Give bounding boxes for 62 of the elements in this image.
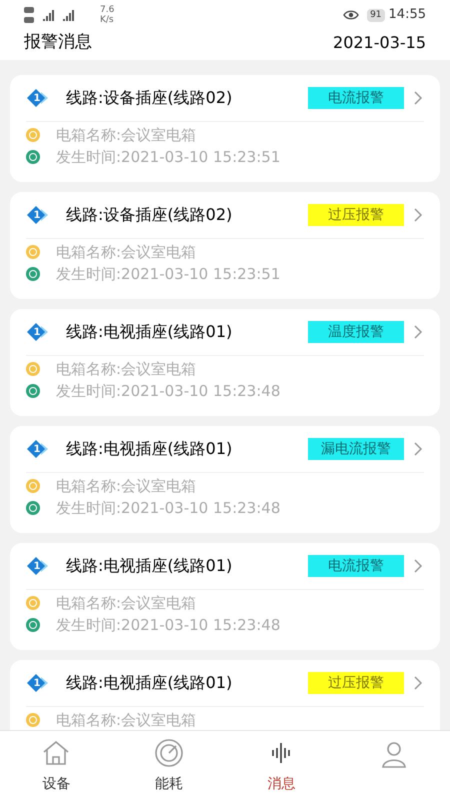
alarm-card[interactable]: 1 线路:电视插座(线路01) 电流报警 电箱名称:会议室电箱 发生时间:2021-03-10 15:23:48 bbox=[10, 543, 440, 650]
chevron-right-icon bbox=[412, 206, 424, 224]
box-name-text: 电箱名称:会议室电箱 bbox=[56, 124, 196, 146]
gauge-dot-icon bbox=[26, 362, 40, 376]
clock-dot-icon bbox=[26, 618, 40, 632]
index-number: 1 bbox=[32, 442, 42, 456]
gauge-dot-icon bbox=[26, 596, 40, 610]
time-text: 发生时间:2021-03-10 15:23:51 bbox=[56, 146, 280, 168]
line-title: 线路:电视插座(线路01) bbox=[66, 438, 232, 460]
alarm-card[interactable]: 1 线路:设备插座(线路02) 过压报警 电箱名称:会议室电箱 发生时间:2021-03-10 15:23:51 bbox=[10, 192, 440, 299]
clock-dot-icon bbox=[26, 267, 40, 281]
alarm-card[interactable]: 1 线路:电视插座(线路01) 过压报警 电箱名称:会议室电箱 bbox=[10, 660, 440, 730]
box-name-text: 电箱名称:会议室电箱 bbox=[56, 710, 196, 730]
box-name-text: 电箱名称:会议室电箱 bbox=[56, 358, 196, 380]
chevron-right-icon bbox=[412, 674, 424, 692]
alarm-card[interactable]: 1 线路:设备插座(线路02) 电流报警 电箱名称:会议室电箱 发生时间:2021-03-10 15:23:51 bbox=[10, 75, 440, 182]
network-speed-unit: K/s bbox=[100, 15, 114, 25]
page-title: 报警消息 bbox=[24, 31, 92, 54]
time-text: 发生时间:2021-03-10 15:23:48 bbox=[56, 498, 280, 519]
gauge-dot-icon bbox=[26, 713, 40, 727]
eye-icon bbox=[343, 9, 360, 21]
gauge-dot-icon bbox=[26, 479, 40, 493]
time-text: 发生时间:2021-03-10 15:23:48 bbox=[56, 614, 280, 636]
clock-dot-icon bbox=[26, 501, 40, 515]
line-title: 线路:电视插座(线路01) bbox=[66, 555, 232, 577]
box-name-text: 电箱名称:会议室电箱 bbox=[56, 592, 196, 614]
header-date: 2021-03-15 bbox=[333, 32, 426, 54]
index-number: 1 bbox=[32, 92, 42, 106]
clock-time: 14:55 bbox=[388, 6, 426, 24]
box-name-text: 电箱名称:会议室电箱 bbox=[56, 476, 196, 497]
alarm-card[interactable]: 1 线路:电视插座(线路01) 漏电流报警 电箱名称:会议室电箱 发生时间:2021-03-10 15:23:48 bbox=[10, 426, 440, 533]
clock-dot-icon bbox=[26, 384, 40, 398]
alarm-tag: 过压报警 bbox=[308, 672, 404, 694]
box-name-text: 电箱名称:会议室电箱 bbox=[56, 242, 196, 263]
alarm-tag: 电流报警 bbox=[308, 87, 404, 109]
battery-indicator: 91 bbox=[367, 8, 385, 22]
line-title: 线路:电视插座(线路01) bbox=[66, 672, 232, 694]
time-text: 发生时间:2021-03-10 15:23:51 bbox=[56, 264, 280, 285]
network-speed: 7.6 bbox=[100, 5, 114, 15]
line-title: 线路:电视插座(线路01) bbox=[66, 321, 232, 343]
clock-dot-icon bbox=[26, 150, 40, 164]
nav-tab[interactable]: 能耗 bbox=[112, 731, 225, 800]
time-text: 发生时间:2021-03-10 15:23:48 bbox=[56, 380, 280, 402]
index-number: 1 bbox=[32, 326, 42, 340]
nav-tab[interactable]: 消息 bbox=[225, 731, 338, 800]
alarm-tag: 电流报警 bbox=[308, 555, 404, 577]
index-number: 1 bbox=[32, 560, 42, 574]
alarm-card[interactable]: 1 线路:电视插座(线路01) 温度报警 电箱名称:会议室电箱 发生时间:2021-03-10 15:23:48 bbox=[10, 309, 440, 416]
chevron-right-icon bbox=[412, 440, 424, 458]
alarm-tag: 漏电流报警 bbox=[308, 438, 404, 460]
nav-tab[interactable]: 设备 bbox=[0, 731, 112, 800]
alarm-tag: 温度报警 bbox=[308, 321, 404, 343]
gauge-dot-icon bbox=[26, 128, 40, 142]
chevron-right-icon bbox=[412, 557, 424, 575]
gauge-dot-icon bbox=[26, 245, 40, 259]
index-number: 1 bbox=[32, 676, 42, 690]
line-title: 线路:设备插座(线路02) bbox=[66, 204, 232, 226]
chevron-right-icon bbox=[412, 323, 424, 341]
line-title: 线路:设备插座(线路02) bbox=[66, 87, 232, 109]
index-number: 1 bbox=[32, 208, 42, 222]
chevron-right-icon bbox=[412, 89, 424, 107]
alarm-tag: 过压报警 bbox=[308, 204, 404, 226]
